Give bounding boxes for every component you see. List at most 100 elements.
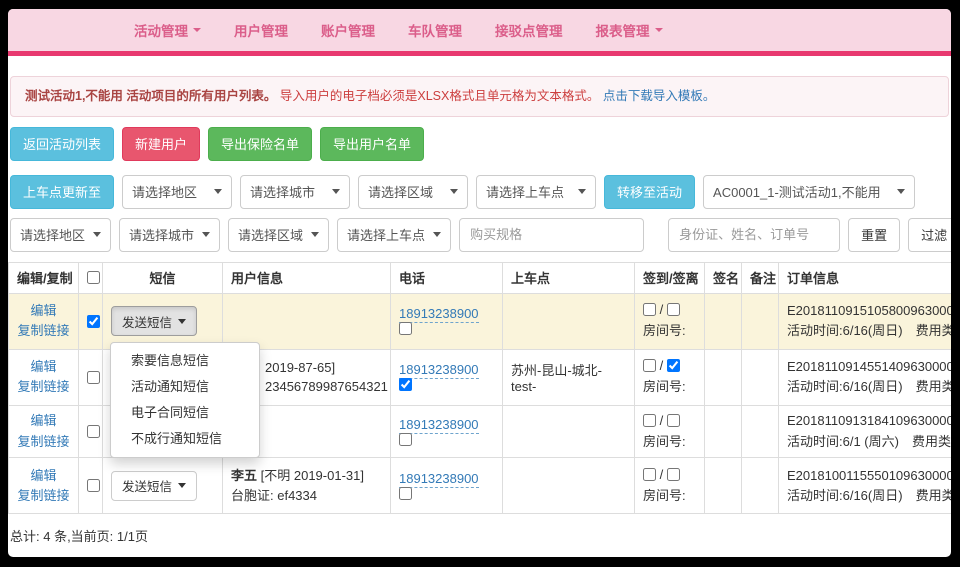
- pickup-point-select[interactable]: 请选择上车点: [476, 175, 596, 209]
- room-number-label: 房间号:: [643, 434, 686, 449]
- col-header-user-info: 用户信息: [223, 262, 391, 293]
- region-select[interactable]: 请选择地区: [122, 175, 232, 209]
- sms-menu-item-cancellation-notice[interactable]: 不成行通知短信: [111, 426, 259, 452]
- pickup-point-cell: [503, 405, 635, 458]
- row-checkbox[interactable]: [87, 371, 100, 384]
- region-filter-select[interactable]: 请选择地区: [10, 218, 111, 252]
- room-number-label: 房间号:: [643, 379, 686, 394]
- phone-checkbox[interactable]: [399, 433, 412, 446]
- sign-out-checkbox[interactable]: [667, 468, 680, 481]
- chevron-down-icon: [311, 232, 319, 237]
- user-table-container: 编辑/复制 短信 用户信息 电话 上车点 签到/签离 签名 备注 订单信息 编辑…: [8, 262, 951, 515]
- sign-out-checkbox[interactable]: [667, 414, 680, 427]
- chevron-down-icon: [433, 232, 441, 237]
- table-header-row: 编辑/复制 短信 用户信息 电话 上车点 签到/签离 签名 备注 订单信息: [9, 262, 952, 293]
- district-filter-select[interactable]: 请选择区域: [228, 218, 329, 252]
- export-user-list-button[interactable]: 导出用户名单: [320, 127, 424, 161]
- sign-in-checkbox[interactable]: [643, 414, 656, 427]
- sign-out-checkbox[interactable]: [667, 303, 680, 316]
- sms-menu-item-activity-notice[interactable]: 活动通知短信: [111, 374, 259, 400]
- chevron-down-icon: [178, 483, 186, 488]
- col-header-sms: 短信: [103, 262, 223, 293]
- sign-out-checkbox[interactable]: [667, 359, 680, 372]
- row-checkbox[interactable]: [87, 315, 100, 328]
- nav-item-shuttle-point-mgmt[interactable]: 接驳点管理: [495, 20, 563, 40]
- phone-checkbox[interactable]: [399, 378, 412, 391]
- chevron-down-icon: [450, 189, 458, 194]
- top-navbar: 活动管理 用户管理 账户管理 车队管理 接驳点管理 报表管理: [8, 9, 951, 56]
- col-header-phone: 电话: [391, 262, 503, 293]
- purchase-spec-input[interactable]: [459, 218, 644, 252]
- download-template-link[interactable]: 点击下载导入模板。: [603, 89, 716, 103]
- phone-checkbox[interactable]: [399, 322, 412, 335]
- copy-link[interactable]: 复制链接: [17, 323, 69, 338]
- pickup-point-filter-select[interactable]: 请选择上车点: [337, 218, 451, 252]
- copy-link[interactable]: 复制链接: [17, 434, 69, 449]
- chevron-down-icon: [202, 232, 210, 237]
- remark-cell: [742, 349, 779, 405]
- update-pickup-point-button[interactable]: 上车点更新至: [10, 175, 114, 209]
- app-window: 活动管理 用户管理 账户管理 车队管理 接驳点管理 报表管理 测试活动1,不能用…: [8, 9, 951, 557]
- search-input[interactable]: [668, 218, 840, 252]
- edit-link[interactable]: 编辑: [30, 468, 56, 483]
- edit-link[interactable]: 编辑: [30, 413, 56, 428]
- pickup-point-cell: 苏州-昆山-城北-test-: [503, 349, 635, 405]
- col-header-pickup-point: 上车点: [503, 262, 635, 293]
- pickup-point-cell: [503, 293, 635, 349]
- row-checkbox[interactable]: [87, 425, 100, 438]
- export-insurance-list-button[interactable]: 导出保险名单: [208, 127, 312, 161]
- copy-link[interactable]: 复制链接: [17, 379, 69, 394]
- chevron-down-icon: [332, 189, 340, 194]
- filter-button[interactable]: 过滤: [908, 218, 951, 252]
- send-sms-button[interactable]: 发送短信: [111, 471, 197, 501]
- order-info-cell: E2018100115550109630000003活动时间:6/16(周日) …: [779, 458, 952, 514]
- nav-item-report-mgmt[interactable]: 报表管理: [596, 20, 663, 40]
- phone-link[interactable]: 18913238900: [399, 362, 479, 379]
- col-header-select-all: [79, 262, 103, 293]
- nav-item-account-mgmt[interactable]: 账户管理: [321, 20, 375, 40]
- copy-link[interactable]: 复制链接: [17, 488, 69, 503]
- phone-link[interactable]: 18913238900: [399, 417, 479, 434]
- room-number-label: 房间号:: [643, 323, 686, 338]
- user-info-cell: 李五 [不明 2019-01-31]台胞证: ef4334: [223, 458, 391, 514]
- select-all-checkbox[interactable]: [87, 271, 100, 284]
- new-user-button[interactable]: 新建用户: [122, 127, 200, 161]
- edit-link[interactable]: 编辑: [30, 359, 56, 374]
- nav-item-user-mgmt[interactable]: 用户管理: [234, 20, 288, 40]
- transfer-to-activity-button[interactable]: 转移至活动: [604, 175, 695, 209]
- edit-link[interactable]: 编辑: [30, 303, 56, 318]
- pickup-update-filter-row: 上车点更新至 请选择地区 请选择城市 请选择区域 请选择上车点 转移至活动 AC…: [10, 175, 949, 209]
- phone-checkbox[interactable]: [399, 487, 412, 500]
- pagination-summary: 总计: 4 条,当前页: 1/1页: [10, 526, 949, 545]
- sign-in-checkbox[interactable]: [643, 359, 656, 372]
- sign-in-checkbox[interactable]: [643, 468, 656, 481]
- activity-select[interactable]: AC0001_1-测试活动1,不能用: [703, 175, 915, 209]
- sms-menu-item-request-info[interactable]: 索要信息短信: [111, 348, 259, 374]
- chevron-down-icon: [178, 319, 186, 324]
- col-header-signature: 签名: [705, 262, 742, 293]
- city-filter-select[interactable]: 请选择城市: [119, 218, 220, 252]
- phone-link[interactable]: 18913238900: [399, 306, 479, 323]
- signature-cell: [705, 293, 742, 349]
- col-header-order-info: 订单信息: [779, 262, 952, 293]
- row-checkbox[interactable]: [87, 479, 100, 492]
- table-row: 编辑复制链接 发送短信 18913238900 / 房间号: E20181109…: [9, 293, 952, 349]
- nav-item-fleet-mgmt[interactable]: 车队管理: [408, 20, 462, 40]
- district-select[interactable]: 请选择区域: [358, 175, 468, 209]
- user-info-cell: [223, 293, 391, 349]
- table-row: 编辑复制链接 发送短信 李五 [不明 2019-01-31]台胞证: ef433…: [9, 458, 952, 514]
- send-sms-button[interactable]: 发送短信: [111, 306, 197, 336]
- sms-menu-item-e-contract[interactable]: 电子合同短信: [111, 400, 259, 426]
- phone-link[interactable]: 18913238900: [399, 471, 479, 488]
- chevron-down-icon: [214, 189, 222, 194]
- reset-button[interactable]: 重置: [848, 218, 900, 252]
- pickup-point-cell: [503, 458, 635, 514]
- alert-title: 测试活动1,不能用 活动项目的所有用户列表。: [25, 89, 276, 103]
- alert-warning-text: 导入用户的电子档必须是XLSX格式且单元格为文本格式。: [280, 89, 599, 103]
- chevron-down-icon: [578, 189, 586, 194]
- back-to-activity-list-button[interactable]: 返回活动列表: [10, 127, 114, 161]
- nav-item-activity-mgmt[interactable]: 活动管理: [134, 20, 201, 40]
- sign-in-checkbox[interactable]: [643, 303, 656, 316]
- city-select[interactable]: 请选择城市: [240, 175, 350, 209]
- remark-cell: [742, 405, 779, 458]
